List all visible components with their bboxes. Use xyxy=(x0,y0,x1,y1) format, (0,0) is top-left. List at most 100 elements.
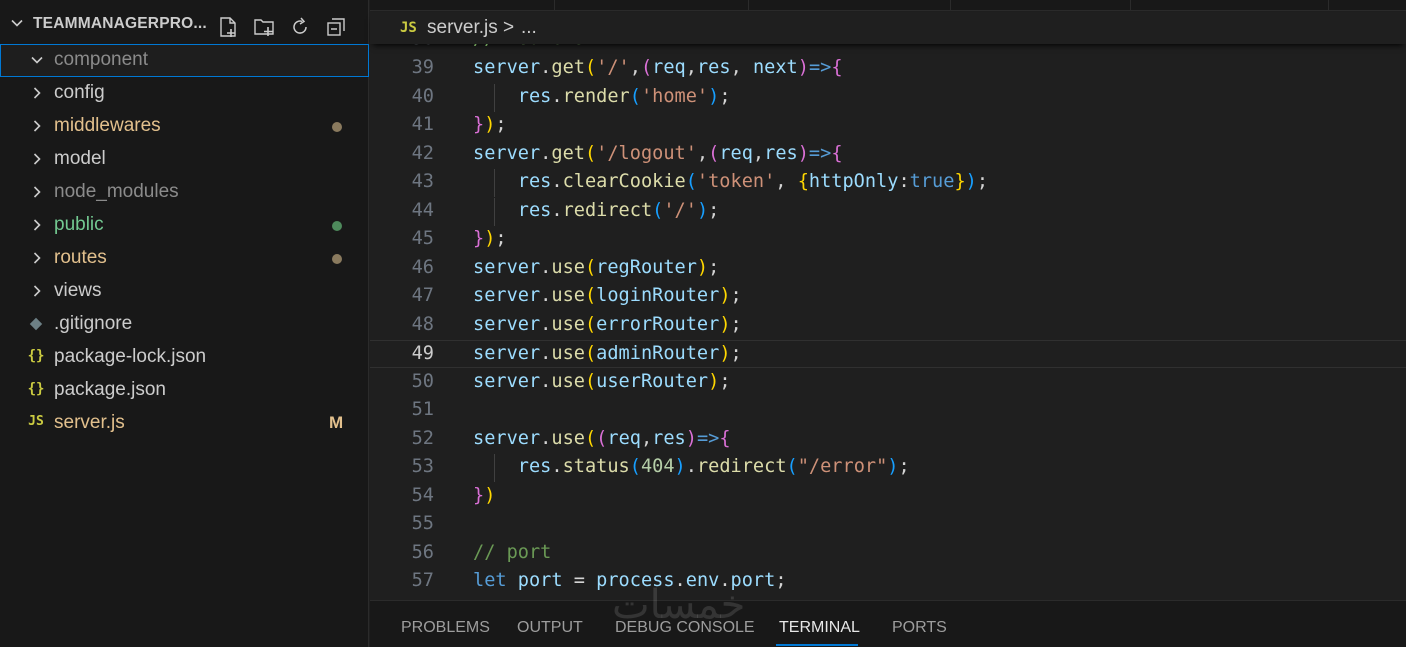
refresh-icon[interactable] xyxy=(289,16,311,38)
tree-item-label: server.js xyxy=(54,412,125,433)
breadcrumb-symbol[interactable]: ... xyxy=(521,17,537,39)
code-text: server.use(errorRouter); xyxy=(473,313,742,335)
code-editor[interactable]: 38// Routers 39 server.get('/',(req,res, n… xyxy=(370,44,1406,600)
new-file-icon[interactable] xyxy=(217,16,239,38)
tree-item-label: config xyxy=(54,82,105,103)
line-number: 47 xyxy=(411,285,434,306)
folder-item[interactable]: middlewares xyxy=(0,110,369,143)
code-text: res.status(404).redirect("/error"); xyxy=(517,456,910,477)
code-text: server.use(regRouter); xyxy=(473,256,720,278)
tab-ports[interactable]: PORTS xyxy=(892,619,947,637)
breadcrumb-file[interactable]: server.js xyxy=(427,17,498,39)
folder-item[interactable]: component xyxy=(0,44,369,77)
code-line: 57 let port = process.env.port; xyxy=(370,568,1406,596)
code-text: res.clearCookie('token', {httpOnly:true}… xyxy=(517,171,989,192)
line-number: 39 xyxy=(411,57,434,78)
tree-item-label: model xyxy=(54,148,106,169)
tree-item-label: node_modules xyxy=(54,181,179,202)
git-status-dot xyxy=(332,254,342,264)
git-icon xyxy=(26,315,46,335)
tab-terminal[interactable]: TERMINAL xyxy=(779,619,860,637)
git-modified-badge: M xyxy=(329,413,344,432)
workspace-title: TEAMMANAGERPRO... xyxy=(33,15,207,32)
explorer-header[interactable]: TEAMMANAGERPRO... xyxy=(0,0,369,44)
folder-item[interactable]: routes xyxy=(0,242,369,275)
folder-item[interactable]: config xyxy=(0,77,369,110)
line-number: 40 xyxy=(411,85,434,107)
code-line: 43 res.clearCookie('token', {httpOnly:tr… xyxy=(370,169,1406,197)
code-line: 47 server.use(loginRouter); xyxy=(370,283,1406,311)
code-line: 54}) xyxy=(370,483,1406,511)
chevron-right-icon[interactable] xyxy=(29,118,45,134)
line-number: 50 xyxy=(411,370,434,392)
js-file-icon: JS xyxy=(400,20,417,36)
code-line: 39 server.get('/',(req,res, next)=>{ xyxy=(370,55,1406,83)
chevron-right-icon[interactable] xyxy=(29,184,45,200)
editor-tab-bar xyxy=(370,0,1406,11)
tree-item-label: package-lock.json xyxy=(54,346,207,367)
folder-item[interactable]: node_modules xyxy=(0,176,369,209)
line-number: 56 xyxy=(411,541,434,563)
line-number: 49 xyxy=(411,343,434,364)
tab-output[interactable]: OUTPUT xyxy=(517,619,583,637)
chevron-down-icon[interactable] xyxy=(9,15,25,31)
collapse-all-icon[interactable] xyxy=(325,16,347,38)
code-line: 44 res.redirect('/'); xyxy=(370,197,1406,226)
code-line: 46 server.use(regRouter); xyxy=(370,255,1406,283)
folder-item[interactable]: model xyxy=(0,143,369,176)
breadcrumb-separator: > xyxy=(503,17,515,38)
tree-item-label: views xyxy=(54,280,102,301)
code-line: 48 server.use(errorRouter); xyxy=(370,312,1406,340)
folder-item[interactable]: public xyxy=(0,209,369,242)
code-line: 38// Routers xyxy=(370,44,1406,54)
tree-item-label: package.json xyxy=(54,379,166,400)
folder-item[interactable]: views xyxy=(0,275,369,308)
file-item[interactable]: .gitignore xyxy=(0,308,369,341)
line-number: 46 xyxy=(411,256,434,278)
line-number: 41 xyxy=(411,114,434,135)
tab-debug-console[interactable]: DEBUG CONSOLE xyxy=(615,619,755,637)
breadcrumb[interactable]: JS server.js > ... xyxy=(370,12,1406,44)
line-number: 43 xyxy=(411,171,434,192)
js-icon: JS xyxy=(28,414,44,429)
code-line: 56 // port xyxy=(370,540,1406,568)
code-line: 51 xyxy=(370,397,1406,425)
line-number: 53 xyxy=(411,456,434,477)
code-text: server.get('/logout',(req,res)=>{ xyxy=(473,142,843,164)
line-number: 54 xyxy=(411,484,434,506)
new-folder-icon[interactable] xyxy=(253,16,275,38)
chevron-right-icon[interactable] xyxy=(29,85,45,101)
line-number: 57 xyxy=(411,570,434,591)
file-item[interactable]: JS server.js M xyxy=(0,407,369,440)
code-line: 53 res.status(404).redirect("/error"); xyxy=(370,454,1406,482)
file-tree: component config middlewares model node_modu… xyxy=(0,44,369,440)
git-status-dot xyxy=(332,122,342,132)
code-line: 41}); xyxy=(370,112,1406,140)
code-text: // port xyxy=(473,541,552,563)
code-text: server.use(userRouter); xyxy=(473,370,731,392)
json-icon: {} xyxy=(27,381,45,397)
line-number: 45 xyxy=(411,228,434,249)
line-number: 55 xyxy=(411,513,434,534)
chevron-right-icon[interactable] xyxy=(29,217,45,233)
code-text: }); xyxy=(473,114,507,135)
code-text: let port = process.env.port; xyxy=(473,570,787,591)
line-number: 52 xyxy=(411,427,434,449)
chevron-right-icon[interactable] xyxy=(29,151,45,167)
code-text: res.render('home'); xyxy=(517,85,731,107)
json-icon: {} xyxy=(27,348,45,364)
tab-problems[interactable]: PROBLEMS xyxy=(401,619,490,637)
code-text: server.use((req,res)=>{ xyxy=(473,427,731,449)
chevron-down-icon[interactable] xyxy=(29,52,45,68)
line-number: 42 xyxy=(411,142,434,164)
tree-item-label: middlewares xyxy=(54,115,161,136)
chevron-right-icon[interactable] xyxy=(29,283,45,299)
file-item[interactable]: {} package-lock.json xyxy=(0,341,369,374)
code-line: 40 res.render('home'); xyxy=(370,83,1406,112)
code-line: 50 server.use(userRouter); xyxy=(370,369,1406,397)
chevron-right-icon[interactable] xyxy=(29,250,45,266)
file-item[interactable]: {} package.json xyxy=(0,374,369,407)
code-text: }) xyxy=(473,484,496,506)
tree-item-label: component xyxy=(54,49,149,70)
code-line: 42 server.get('/logout',(req,res)=>{ xyxy=(370,141,1406,169)
